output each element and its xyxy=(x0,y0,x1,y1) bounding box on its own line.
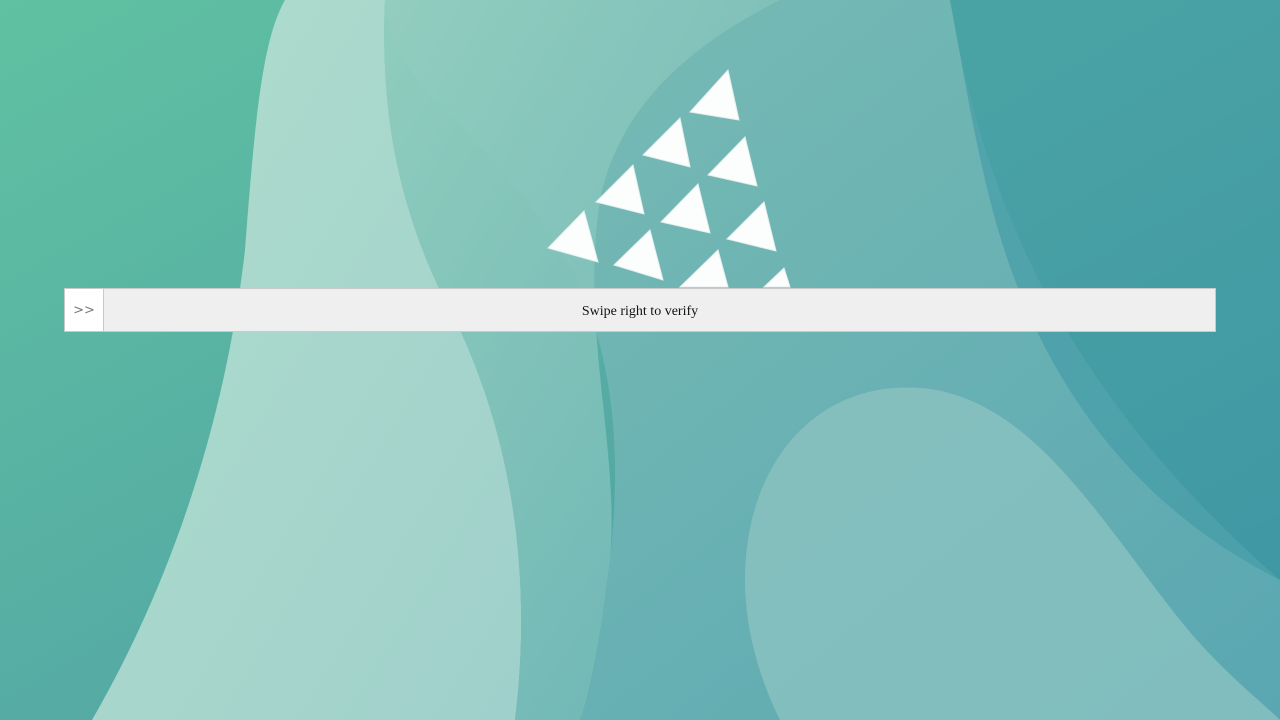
slider-handle[interactable]: >> xyxy=(65,289,104,331)
swipe-instruction: Swipe right to verify xyxy=(581,304,699,319)
captcha-background-image xyxy=(0,0,1280,720)
slider-track[interactable]: Swipe right to verify >> xyxy=(64,288,1216,332)
double-chevron-right-icon: >> xyxy=(73,302,95,318)
